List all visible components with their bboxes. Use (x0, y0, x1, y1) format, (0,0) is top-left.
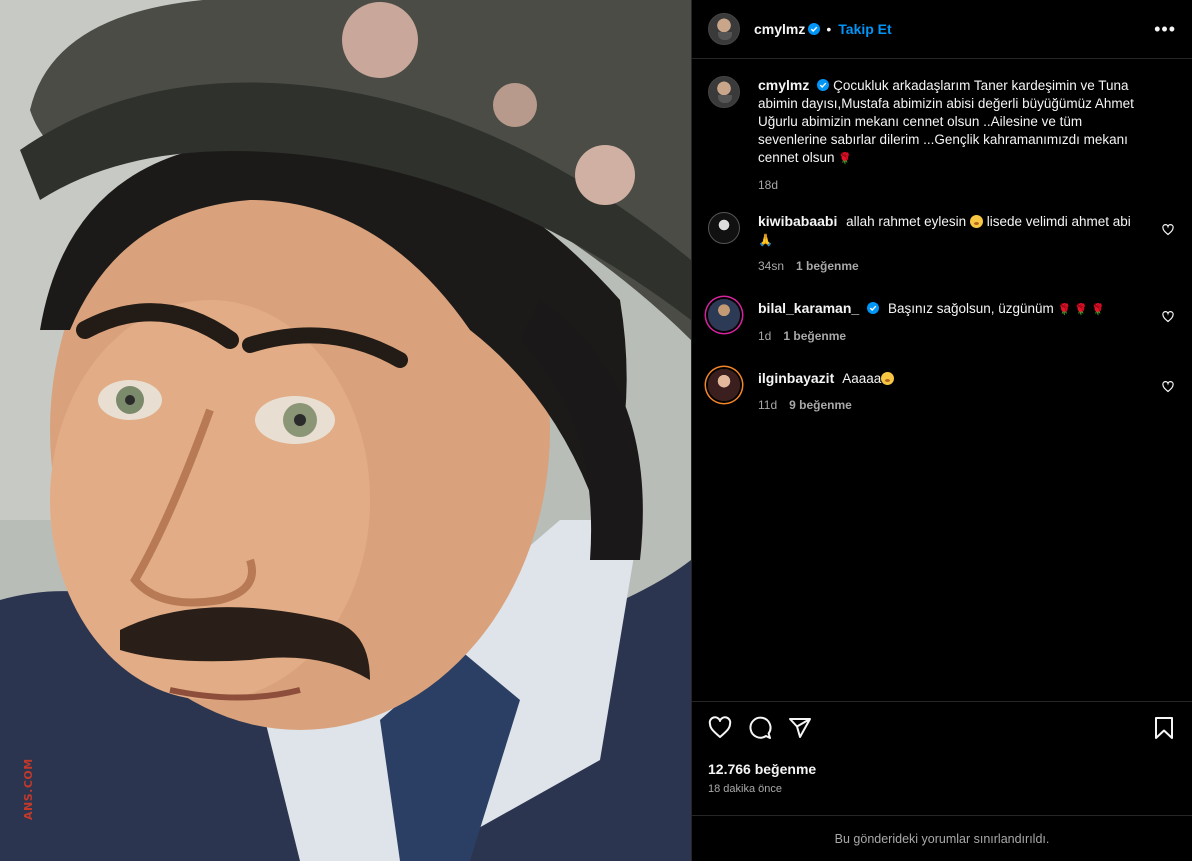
comment-body-part2: lisede velimdi ahmet abi (986, 214, 1131, 229)
comment-like-heart-icon[interactable] (1162, 311, 1174, 323)
caption-text: cmylmz Çocukluk arkadaşlarım Taner karde… (758, 76, 1138, 168)
comment-row: ilginbayazit Aaaaa 11d 9 beğenme (708, 369, 1176, 412)
comment-time[interactable]: 1d (758, 329, 771, 343)
caption-meta: 18d (758, 178, 1138, 192)
comment-like-heart-icon[interactable] (1162, 224, 1174, 236)
author-avatar[interactable] (708, 76, 740, 108)
post-actions: 12.766 beğenme 18 dakika önce (692, 701, 1192, 795)
comment-row: bilal_karaman_ Başınız sağolsun, üzgünüm… (708, 299, 1176, 343)
commenter-avatar[interactable] (708, 369, 740, 401)
comment-meta: 11d 9 beğenme (758, 398, 1138, 412)
comment-meta: 1d 1 beğenme (758, 329, 1138, 343)
rose-emoji-icon: 🌹 🌹 🌹 (1057, 304, 1105, 316)
post-likes-count[interactable]: 12.766 beğenme (708, 761, 1176, 777)
heart-icon[interactable] (708, 716, 732, 740)
post-timestamp[interactable]: 18 dakika önce (708, 783, 1176, 795)
comment-time[interactable]: 34sn (758, 259, 784, 273)
post-side-panel: cmylmz • Takip Et ••• cmylmz Çocukluk ar… (691, 0, 1192, 861)
separator-dot: • (826, 21, 832, 37)
comment-body: Aaaaa (842, 371, 882, 386)
comment-time[interactable]: 11d (758, 398, 777, 412)
comment-body-part1: allah rahmet eylesin (846, 214, 967, 229)
verified-badge-icon (867, 302, 880, 314)
comment-username[interactable]: kiwibabaabi (758, 213, 837, 229)
more-icon[interactable]: ••• (1154, 20, 1176, 38)
post-header: cmylmz • Takip Et ••• (692, 0, 1192, 59)
caption-body: Çocukluk arkadaşlarım Taner kardeşimin v… (758, 78, 1134, 165)
comment-username[interactable]: bilal_karaman_ (758, 300, 859, 316)
pray-emoji-icon: 🙏 (758, 233, 773, 247)
author-username[interactable]: cmylmz (754, 21, 805, 37)
comment-username[interactable]: ilginbayazit (758, 370, 834, 386)
follow-button[interactable]: Takip Et (838, 21, 891, 37)
verified-badge-icon (808, 23, 821, 35)
comments-restricted-note: Bu gönderideki yorumlar sınırlandırıldı. (692, 815, 1192, 861)
comment-like-heart-icon[interactable] (1162, 381, 1174, 393)
post-image[interactable]: ANS.COM (0, 0, 691, 861)
rose-emoji-icon: 🌹 (838, 153, 853, 165)
bookmark-icon[interactable] (1152, 716, 1176, 740)
comment-body: Başınız sağolsun, üzgünüm (887, 301, 1054, 316)
comment-meta: 34sn 1 beğenme (758, 259, 1138, 273)
flushed-face-emoji-icon (881, 372, 895, 385)
verified-badge-icon (817, 79, 830, 91)
share-icon[interactable] (788, 716, 812, 740)
media-watermark: ANS.COM (22, 758, 35, 820)
comment-row: kiwibabaabi allah rahmet eylesin lisede … (708, 212, 1176, 273)
caption-username[interactable]: cmylmz (758, 77, 809, 93)
caption-row: cmylmz Çocukluk arkadaşlarım Taner karde… (708, 76, 1176, 192)
comments-list[interactable]: cmylmz Çocukluk arkadaşlarım Taner karde… (692, 60, 1192, 700)
flushed-face-emoji-icon (969, 215, 983, 228)
commenter-avatar[interactable] (708, 212, 740, 244)
comment-likes[interactable]: 9 beğenme (789, 398, 852, 412)
author-avatar[interactable] (708, 13, 740, 45)
comment-text: kiwibabaabi allah rahmet eylesin lisede … (758, 212, 1138, 249)
comment-icon[interactable] (748, 716, 772, 740)
action-icons (708, 715, 1176, 741)
portrait-illustration (0, 0, 691, 861)
commenter-avatar[interactable] (708, 299, 740, 331)
comment-likes[interactable]: 1 beğenme (796, 259, 859, 273)
comment-likes[interactable]: 1 beğenme (783, 329, 846, 343)
comment-text: bilal_karaman_ Başınız sağolsun, üzgünüm… (758, 299, 1138, 319)
comment-text: ilginbayazit Aaaaa (758, 369, 1138, 388)
caption-time[interactable]: 18d (758, 178, 778, 192)
